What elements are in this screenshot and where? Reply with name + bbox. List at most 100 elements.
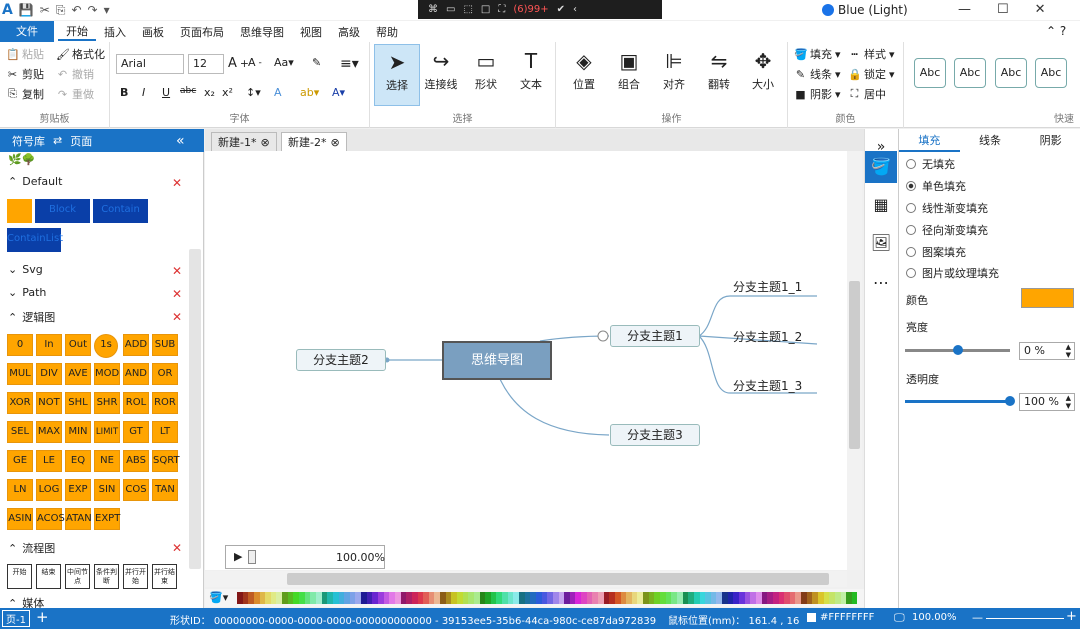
play-icon[interactable]: ▶ (234, 550, 242, 563)
horizontal-scrollbar[interactable] (205, 571, 847, 587)
flow-condition[interactable]: 条件判断 (94, 564, 119, 589)
logic-shape-rol[interactable]: ROL (123, 392, 149, 414)
logic-shape-ge[interactable]: GE (7, 450, 33, 472)
window-icon[interactable]: □ (481, 4, 490, 15)
save-icon[interactable]: 💾 (19, 3, 34, 17)
more-icon[interactable]: ⋯ (865, 267, 897, 299)
mindmap-subtopic-1-3[interactable]: 分支主题1_3 (733, 377, 802, 394)
align-button[interactable]: ⊫ 对齐 (651, 44, 697, 106)
shape-button[interactable]: ▭ 形状 (463, 44, 509, 106)
vertical-scrollbar[interactable] (847, 151, 862, 570)
cut-button[interactable]: ✂ 剪贴 (6, 66, 44, 82)
logic-shape-eq[interactable]: EQ (65, 450, 91, 472)
minimize-icon[interactable]: — (958, 2, 971, 17)
shape-contain-list[interactable]: ContainList (7, 228, 63, 252)
brightness-input[interactable]: 0 % ▲ ▼ (1019, 342, 1075, 360)
maximize-icon[interactable]: ☐ (997, 2, 1009, 17)
tab-fill[interactable]: 填充 (899, 129, 960, 152)
logic-shape-limit[interactable]: LIMIT (94, 421, 120, 443)
logic-shape-0[interactable]: 0 (7, 334, 33, 356)
notification-badge[interactable]: (6)99+ (513, 4, 548, 15)
menu-insert[interactable]: 插入 (96, 24, 134, 40)
menu-canvas[interactable]: 画板 (134, 24, 172, 40)
close-section-default-icon[interactable]: ✕ (172, 176, 182, 190)
cut-icon[interactable]: ✂ (40, 3, 50, 17)
close-section-svg-icon[interactable]: ✕ (172, 264, 182, 278)
menu-mindmap[interactable]: 思维导图 (232, 24, 292, 40)
undo-button[interactable]: ↶ 撤销 (56, 66, 94, 82)
italic-icon[interactable]: I (142, 86, 145, 99)
flow-parallel-end[interactable]: 并行结束 (152, 564, 177, 589)
shrink-font-icon[interactable]: A- (248, 56, 262, 69)
logic-shape-mod[interactable]: MOD (94, 363, 120, 385)
add-page-icon[interactable]: + (36, 608, 49, 626)
logic-shape-min[interactable]: MIN (65, 421, 91, 443)
underline-icon[interactable]: U (162, 86, 170, 99)
capture-icon[interactable]: ⛶ (498, 4, 505, 15)
text-effect-icon[interactable]: A (274, 86, 282, 99)
pointer-icon[interactable]: ⬚ (463, 4, 472, 15)
logic-shape-max[interactable]: MAX (36, 421, 62, 443)
close-section-logic-icon[interactable]: ✕ (172, 310, 182, 324)
paint-bucket-icon[interactable]: 🪣▾ (209, 591, 228, 604)
tab-new-2[interactable]: 新建-2* ⊗ (281, 132, 347, 151)
mindmap-root-node[interactable]: 思维导图 (442, 341, 552, 380)
logic-shape-shl[interactable]: SHL (65, 392, 91, 414)
opacity-input[interactable]: 100 % ▲ ▼ (1019, 393, 1075, 411)
flip-button[interactable]: ⇋ 翻转 (696, 44, 742, 106)
tab-pages[interactable]: 页面 (70, 133, 92, 149)
center-button[interactable]: ⛶ 居中 (848, 86, 886, 102)
logic-shape-ne[interactable]: NE (94, 450, 120, 472)
menu-help[interactable]: 帮助 (368, 24, 406, 40)
logic-shape-sqrt[interactable]: SQRT (152, 450, 180, 472)
quick-style-1[interactable]: Abc (914, 58, 946, 88)
mindmap-subtopic-1-2[interactable]: 分支主题1_2 (733, 328, 802, 345)
strikethrough-icon[interactable]: abc (180, 86, 196, 96)
group-button[interactable]: ▣ 组合 (606, 44, 652, 106)
connector-button[interactable]: ↪ 连接线 (418, 44, 464, 106)
fill-color-picker[interactable] (1021, 288, 1074, 308)
size-button[interactable]: ✥ 大小 (740, 44, 786, 106)
logic-shape-abs[interactable]: ABS (123, 450, 149, 472)
check-icon[interactable]: ✔ (557, 4, 565, 15)
quick-style-4[interactable]: Abc (1035, 58, 1067, 88)
close-section-flowchart-icon[interactable]: ✕ (172, 541, 182, 555)
logic-shape-mul[interactable]: MUL (7, 363, 33, 385)
close-icon[interactable]: ✕ (1035, 2, 1046, 17)
logic-shape-log[interactable]: LOG (36, 479, 62, 501)
page-tab[interactable]: 页-1 (2, 610, 30, 627)
logic-shape-ror[interactable]: ROR (152, 392, 178, 414)
opacity-slider[interactable] (905, 400, 1010, 403)
image-icon[interactable]: 🖼 (865, 227, 897, 259)
lock-button[interactable]: 🔒 锁定 ▾ (848, 66, 895, 82)
grow-font-icon[interactable]: A + (228, 56, 249, 71)
close-tab-icon[interactable]: ⊗ (330, 136, 339, 149)
collapse-panel-icon[interactable]: « (176, 133, 185, 149)
logic-shape-not[interactable]: NOT (36, 392, 62, 414)
flow-start[interactable]: 开始 (7, 564, 32, 589)
logic-shape-sin[interactable]: SIN (94, 479, 120, 501)
text-button[interactable]: T 文本 (508, 44, 554, 106)
fill-bucket-icon[interactable]: 🪣 (865, 151, 897, 183)
logic-shape-ave[interactable]: AVE (65, 363, 91, 385)
logic-shape-cos[interactable]: COS (123, 479, 149, 501)
logic-shape-expt[interactable]: EXPT (94, 508, 120, 530)
logic-shape-in[interactable]: In (36, 334, 62, 356)
flow-end[interactable]: 结束 (36, 564, 61, 589)
shape-contain[interactable]: Contain (93, 199, 148, 223)
tab-symbol-library[interactable]: 符号库 (12, 133, 45, 149)
shape-orange-square[interactable] (7, 199, 32, 223)
logic-shape-asin[interactable]: ASIN (7, 508, 33, 530)
mindmap-branch-3[interactable]: 分支主题3 (610, 424, 700, 446)
font-family-select[interactable]: Arial (116, 54, 184, 74)
logic-shape-xor[interactable]: XOR (7, 392, 33, 414)
screenshot-icon[interactable]: ⌘ (428, 4, 438, 15)
logic-shape-out[interactable]: Out (65, 334, 91, 356)
shape-block[interactable]: Block (35, 199, 90, 223)
logic-shape-add[interactable]: ADD (123, 334, 149, 356)
text-case-icon[interactable]: Aa▾ (274, 56, 294, 69)
logic-shape-ln[interactable]: LN (7, 479, 33, 501)
line-button[interactable]: ✎ 线条 ▾ (794, 66, 841, 82)
fill-button[interactable]: 🪣 填充 ▾ (794, 46, 841, 62)
logic-shape-sel[interactable]: SEL (7, 421, 33, 443)
